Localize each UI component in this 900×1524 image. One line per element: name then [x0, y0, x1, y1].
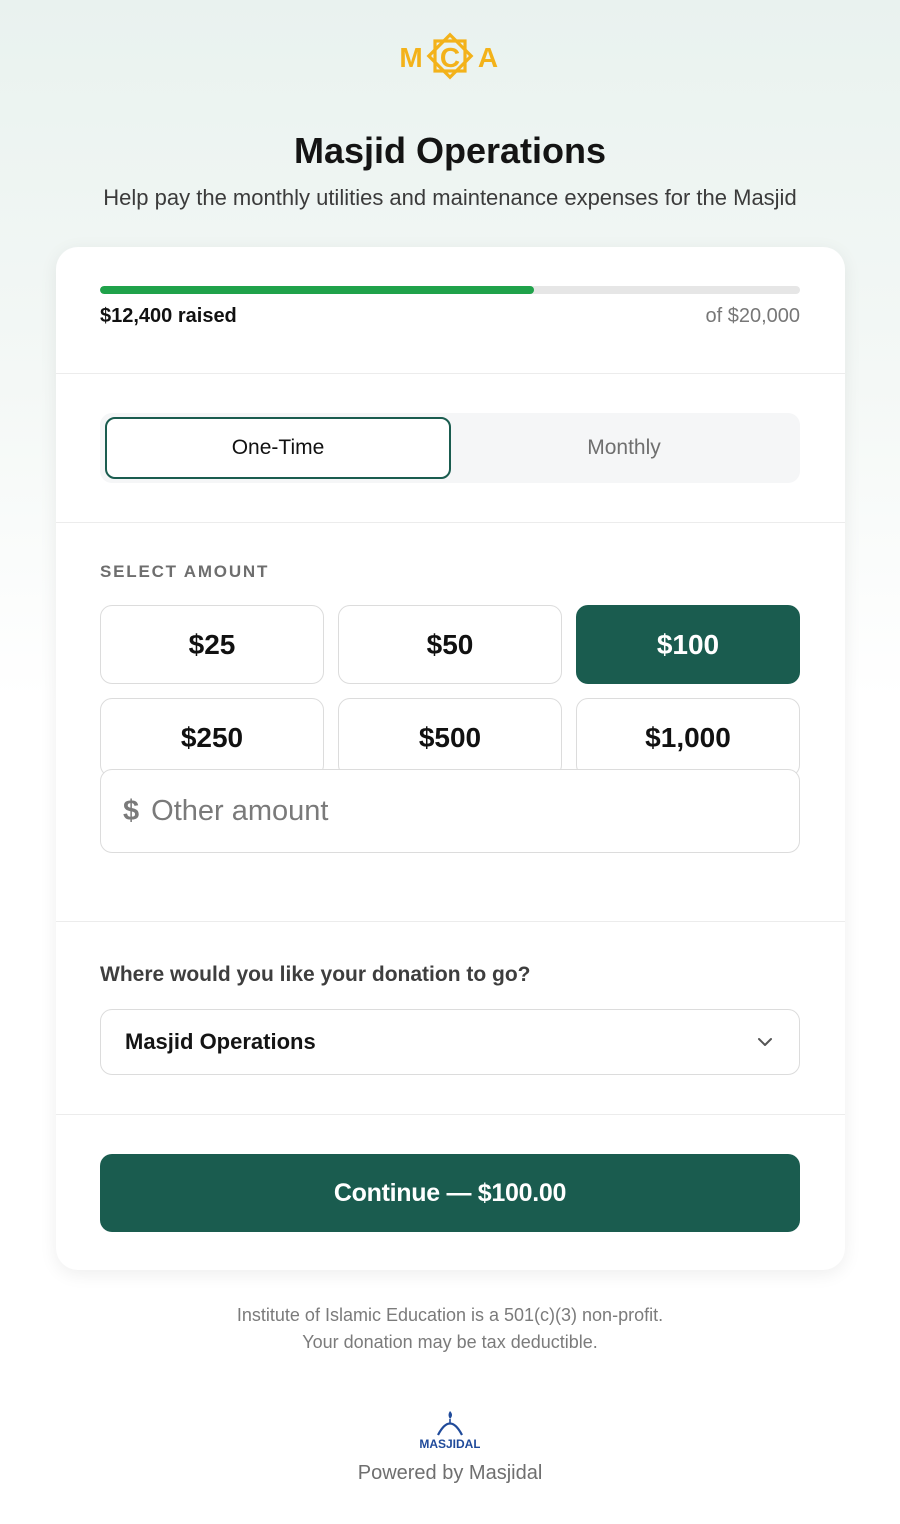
- chevron-down-icon: [758, 1038, 772, 1046]
- monthly-tab[interactable]: Monthly: [451, 417, 797, 479]
- amount-button-500[interactable]: $500: [338, 698, 562, 777]
- amount-button-1000[interactable]: $1,000: [576, 698, 800, 777]
- one-time-tab[interactable]: One-Time: [105, 417, 451, 479]
- goal-amount: of $20,000: [705, 305, 800, 327]
- tax-deductible-note: Your donation may be tax deductible.: [302, 1332, 598, 1352]
- destination-section: Where would you like your donation to go…: [56, 922, 845, 1115]
- other-amount-placeholder: Other amount: [151, 794, 329, 827]
- logo-letter-m: M: [399, 42, 422, 73]
- donation-card: $12,400 raised of $20,000 One-Time Month…: [56, 247, 845, 1270]
- page-title: Masjid Operations: [293, 130, 607, 171]
- logo-letter-a: A: [478, 42, 498, 73]
- amount-button-50[interactable]: $50: [338, 605, 562, 684]
- progress-section: $12,400 raised of $20,000: [56, 247, 845, 374]
- frequency-toggle: One-Time Monthly: [100, 413, 800, 483]
- other-amount-input[interactable]: $ Other amount: [100, 769, 800, 853]
- continue-button[interactable]: Continue — $100.00: [100, 1154, 800, 1232]
- powered-by-link[interactable]: Powered by Masjidal: [0, 1462, 900, 1485]
- mca-logo: C M A: [0, 24, 900, 88]
- frequency-section: One-Time Monthly: [56, 374, 845, 523]
- raised-amount: $12,400 raised: [100, 305, 237, 327]
- mca-logo-mark: C M A: [399, 32, 498, 80]
- continue-section: Continue — $100.00: [56, 1115, 845, 1270]
- progress-bar: [100, 286, 800, 294]
- masjidal-logo: MASJIDAL: [420, 1411, 480, 1451]
- amount-button-250[interactable]: $250: [100, 698, 324, 777]
- page-subtitle: Help pay the monthly utilities and maint…: [103, 185, 797, 210]
- logo-letter-c: C: [440, 42, 460, 73]
- destination-label: Where would you like your donation to go…: [100, 963, 531, 986]
- select-amount-label: SELECT AMOUNT: [100, 562, 270, 581]
- progress-bar-fill: [100, 286, 534, 294]
- amount-section: SELECT AMOUNT $25 $50 $100 $250 $500 $1,…: [56, 523, 845, 922]
- amount-button-100[interactable]: $100: [576, 605, 800, 684]
- dollar-sign: $: [123, 794, 140, 827]
- destination-select[interactable]: Masjid Operations: [100, 1009, 800, 1075]
- masjidal-logo-text: MASJIDAL: [420, 1437, 480, 1451]
- destination-selected-value: Masjid Operations: [125, 1029, 316, 1054]
- amount-button-25[interactable]: $25: [100, 605, 324, 684]
- nonprofit-note: Institute of Islamic Education is a 501(…: [236, 1305, 664, 1325]
